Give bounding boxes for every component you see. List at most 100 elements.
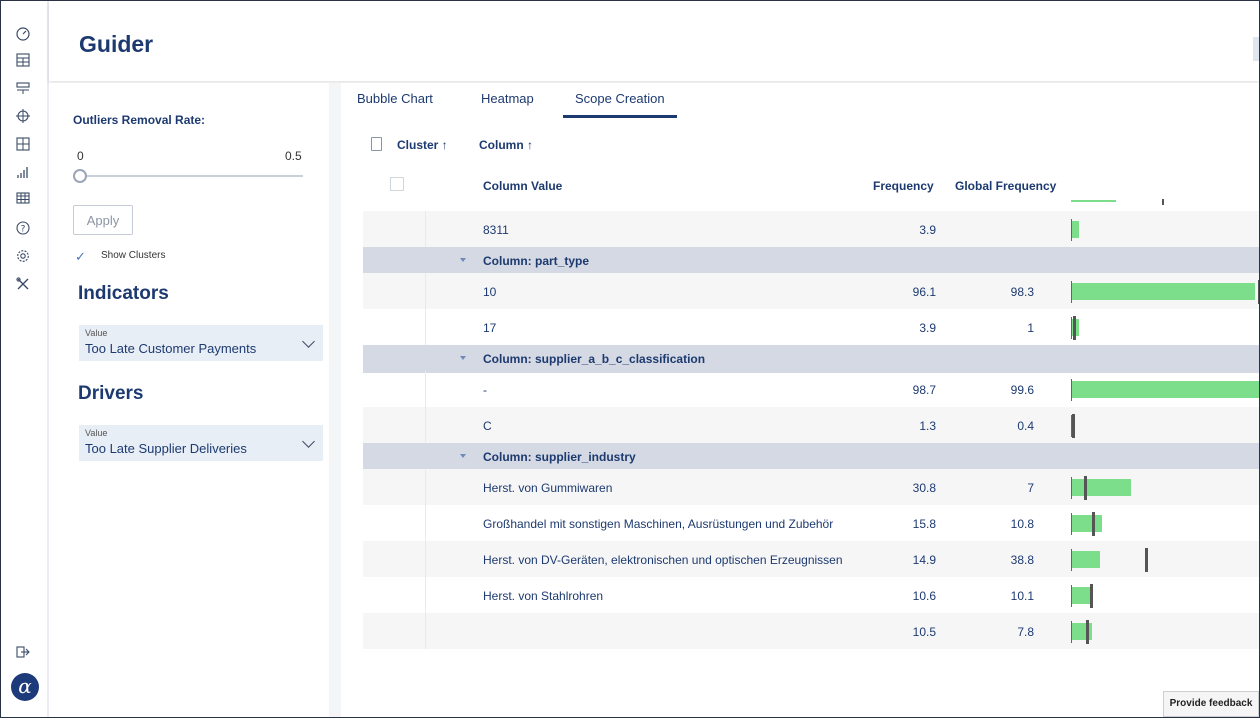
frequency-cell: 14.9 [912, 553, 936, 567]
outliers-slider-handle[interactable] [73, 169, 87, 183]
page-header: Guider [49, 1, 1259, 81]
group-label: Column: part_type [483, 254, 590, 268]
group-row[interactable]: Column: supplier_industry [363, 443, 1259, 471]
logout-icon[interactable] [14, 645, 32, 663]
global-frequency-marker [1071, 414, 1075, 438]
gauge-icon[interactable] [14, 27, 32, 45]
column-value-cell: Herst. von Stahlrohren [483, 589, 604, 603]
drivers-dropdown-label: Value [85, 428, 108, 438]
show-clusters-label[interactable]: Show Clusters [101, 250, 165, 261]
frequency-bar [1072, 221, 1080, 238]
tab-heatmap[interactable]: Heatmap [481, 91, 534, 106]
column-value-cell: 17 [483, 321, 497, 335]
table-row[interactable]: 17 3.9 1 [363, 309, 1259, 345]
chevron-down-icon[interactable] [302, 335, 315, 348]
show-clusters-check-icon[interactable]: ✓ [75, 249, 86, 265]
dashboard-icon[interactable] [14, 53, 32, 71]
panel-separator [329, 83, 341, 717]
tab-bubble-chart[interactable]: Bubble Chart [357, 91, 433, 106]
column-value-header[interactable]: Column Value [483, 179, 562, 193]
sort-column[interactable]: Column ↑ [479, 138, 533, 152]
global-frequency-cell: 10.1 [1010, 589, 1034, 603]
app-window: ? α Guider Outliers Removal Rate: 0 0.5 … [0, 0, 1260, 718]
column-value-cell: Herst. von DV-Geräten, elektronischen un… [483, 553, 843, 567]
slider-min-label: 0 [77, 149, 84, 163]
drivers-dropdown[interactable]: Value Too Late Supplier Deliveries [79, 425, 323, 461]
tools-icon[interactable] [14, 277, 32, 295]
frequency-bar [1072, 551, 1101, 568]
group-row[interactable]: Column: part_type [363, 247, 1259, 275]
indicators-dropdown-value: Too Late Customer Payments [85, 341, 257, 356]
indicators-heading: Indicators [78, 283, 169, 304]
global-frequency-cell: 7.8 [1017, 625, 1034, 639]
indicators-dropdown-label: Value [85, 328, 108, 338]
main-content: Bubble Chart Heatmap Scope Creation Clus… [341, 83, 1259, 717]
sort-cluster[interactable]: Cluster ↑ [397, 138, 448, 152]
table-row[interactable]: C 1.3 0.4 [363, 407, 1259, 443]
control-panel: Outliers Removal Rate: 0 0.5 Apply ✓ Sho… [49, 83, 341, 717]
frequency-bar [1072, 479, 1131, 496]
frequency-header[interactable]: Frequency [873, 179, 934, 193]
help-icon[interactable]: ? [14, 221, 32, 239]
row-divider [425, 273, 426, 309]
column-value-cell: - [483, 383, 487, 397]
global-frequency-marker [1084, 476, 1088, 500]
group-row[interactable]: Column: supplier_a_b_c_classification [363, 345, 1259, 373]
frequency-cell: 10.6 [912, 589, 936, 603]
row-divider [425, 371, 426, 407]
row-divider [425, 613, 426, 649]
column-value-cell: Großhandel mit sonstigen Maschinen, Ausr… [483, 517, 834, 531]
header-marker-fragment [1162, 199, 1164, 205]
page-title: Guider [79, 31, 154, 57]
outliers-slider-track[interactable] [77, 175, 303, 177]
table-row[interactable]: 10.5 7.8 [363, 613, 1259, 649]
stack-icon[interactable] [14, 81, 32, 99]
group-label: Column: supplier_industry [483, 450, 636, 464]
table-icon[interactable] [14, 191, 32, 209]
frequency-cell: 3.9 [919, 223, 936, 237]
column-value-cell: 8311 [483, 223, 509, 237]
table-row[interactable]: 10 96.1 98.3 [363, 273, 1259, 309]
row-divider [425, 577, 426, 613]
frequency-bar [1072, 283, 1255, 300]
header-corner-widget[interactable] [1253, 37, 1259, 61]
frequency-cell: 15.8 [912, 517, 936, 531]
frequency-bar [1072, 587, 1093, 604]
frequency-bar [1072, 381, 1259, 398]
frequency-cell: 96.1 [912, 285, 936, 299]
table-row[interactable]: 8311 3.9 [363, 211, 1259, 247]
row-divider [425, 211, 426, 247]
global-frequency-marker [1091, 512, 1095, 536]
table-row[interactable]: Großhandel mit sonstigen Maschinen, Ausr… [363, 505, 1259, 541]
select-all-checkbox[interactable] [390, 177, 404, 191]
svg-text:?: ? [21, 225, 26, 235]
indicators-dropdown[interactable]: Value Too Late Customer Payments [79, 325, 323, 361]
table-row[interactable]: Herst. von DV-Geräten, elektronischen un… [363, 541, 1259, 577]
tab-scope-creation[interactable]: Scope Creation [575, 91, 665, 106]
global-frequency-cell: 98.3 [1010, 285, 1034, 299]
settings-icon[interactable] [14, 249, 32, 267]
provide-feedback-button[interactable]: Provide feedback [1163, 691, 1259, 717]
chevron-down-icon[interactable] [302, 435, 315, 448]
table-row[interactable]: Herst. von Gummiwaren 30.8 7 [363, 469, 1259, 505]
column-value-cell: C [483, 419, 492, 433]
table-row[interactable]: Herst. von Stahlrohren 10.6 10.1 [363, 577, 1259, 613]
grid-icon[interactable] [14, 137, 32, 155]
clipboard-icon[interactable] [371, 137, 382, 151]
outliers-label: Outliers Removal Rate: [73, 113, 206, 127]
icon-rail: ? α [1, 1, 49, 717]
global-frequency-marker [1090, 584, 1094, 608]
alpha-logo[interactable]: α [11, 673, 39, 701]
drivers-heading: Drivers [78, 383, 144, 404]
bar-chart-icon[interactable] [14, 165, 32, 183]
table-row[interactable]: - 98.7 99.6 [363, 371, 1259, 407]
collapse-caret-icon[interactable] [460, 356, 466, 360]
collapse-caret-icon[interactable] [460, 454, 466, 458]
global-frequency-cell: 10.8 [1010, 517, 1034, 531]
row-divider [425, 541, 426, 577]
global-frequency-header[interactable]: Global Frequency [955, 179, 1056, 193]
target-icon[interactable] [14, 109, 32, 127]
apply-button[interactable]: Apply [73, 205, 133, 235]
column-value-cell: Herst. von Gummiwaren [483, 481, 613, 495]
collapse-caret-icon[interactable] [460, 258, 466, 262]
